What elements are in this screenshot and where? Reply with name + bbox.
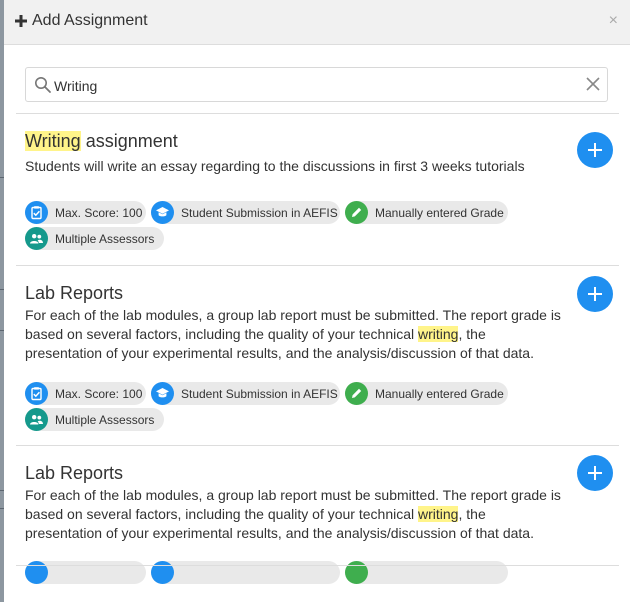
max-score-chip: Max. Score: 100 xyxy=(25,382,146,405)
graduation-cap-icon xyxy=(151,201,174,224)
chip-label: Max. Score: 100 xyxy=(55,386,143,401)
assessors-chip: Multiple Assessors xyxy=(25,227,164,250)
assignment-title: Writing assignment xyxy=(25,131,178,152)
submission-chip: Student Submission in AEFIS xyxy=(151,201,340,224)
search-input[interactable]: Writing xyxy=(54,78,97,94)
chip-label: Multiple Assessors xyxy=(55,412,155,427)
chip-label: Manually entered Grade xyxy=(375,386,504,401)
divider xyxy=(16,265,619,266)
divider xyxy=(16,113,619,114)
assignment-title: Lab Reports xyxy=(25,283,124,303)
modal-title: Add Assignment xyxy=(14,12,148,30)
grade-chip: Manually entered Grade xyxy=(345,382,508,405)
search-box[interactable]: Writing xyxy=(25,67,608,102)
assignment-description: For each of the lab modules, a group lab… xyxy=(25,486,565,543)
assessors-chip: Multiple Assessors xyxy=(25,408,164,431)
clipboard-check-icon xyxy=(25,201,48,224)
list-bottom-border xyxy=(16,565,619,566)
plus-icon xyxy=(15,15,27,27)
chip-label: Manually entered Grade xyxy=(375,205,504,220)
chip-label: Max. Score: 100 xyxy=(55,205,143,220)
submission-chip: Student Submission in AEFIS xyxy=(151,382,340,405)
assignment-title: Lab Reports xyxy=(25,463,124,483)
assignment-item: Lab Reports For each of the lab modules,… xyxy=(16,445,619,602)
divider xyxy=(16,445,619,446)
plus-icon xyxy=(588,143,602,157)
graduation-cap-icon xyxy=(151,382,174,405)
add-assignment-button[interactable] xyxy=(577,276,613,312)
assignment-item: Writing assignment Students will write a… xyxy=(16,113,619,265)
people-icon xyxy=(25,227,48,250)
modal-title-text: Add Assignment xyxy=(32,12,148,29)
title-rest: assignment xyxy=(80,131,178,151)
chip-label: Student Submission in AEFIS xyxy=(181,386,338,401)
add-assignment-modal: Add Assignment × Writing Writing assignm… xyxy=(4,0,630,602)
assignment-item: Lab Reports For each of the lab modules,… xyxy=(16,265,619,445)
plus-icon xyxy=(588,287,602,301)
assignment-list: Writing assignment Students will write a… xyxy=(16,113,620,602)
chip-label: Student Submission in AEFIS xyxy=(181,205,338,220)
plus-icon xyxy=(588,466,602,480)
assignment-description: For each of the lab modules, a group lab… xyxy=(25,306,565,363)
pencil-icon xyxy=(345,201,368,224)
people-icon xyxy=(25,408,48,431)
max-score-chip: Max. Score: 100 xyxy=(25,201,146,224)
description-text: Students will write an essay regarding t… xyxy=(25,158,525,174)
assignment-description: Students will write an essay regarding t… xyxy=(25,157,565,176)
description-highlight: writing xyxy=(418,506,459,522)
title-highlight: Writing xyxy=(25,131,81,151)
grade-chip: Manually entered Grade xyxy=(345,201,508,224)
add-assignment-button[interactable] xyxy=(577,455,613,491)
clear-search-icon[interactable] xyxy=(585,76,601,92)
clipboard-check-icon xyxy=(25,382,48,405)
modal-header: Add Assignment × xyxy=(4,0,630,45)
pencil-icon xyxy=(345,382,368,405)
close-icon[interactable]: × xyxy=(609,13,618,29)
add-assignment-button[interactable] xyxy=(577,132,613,168)
search-icon xyxy=(35,77,51,93)
description-highlight: writing xyxy=(418,326,459,342)
chip-label: Multiple Assessors xyxy=(55,231,155,246)
